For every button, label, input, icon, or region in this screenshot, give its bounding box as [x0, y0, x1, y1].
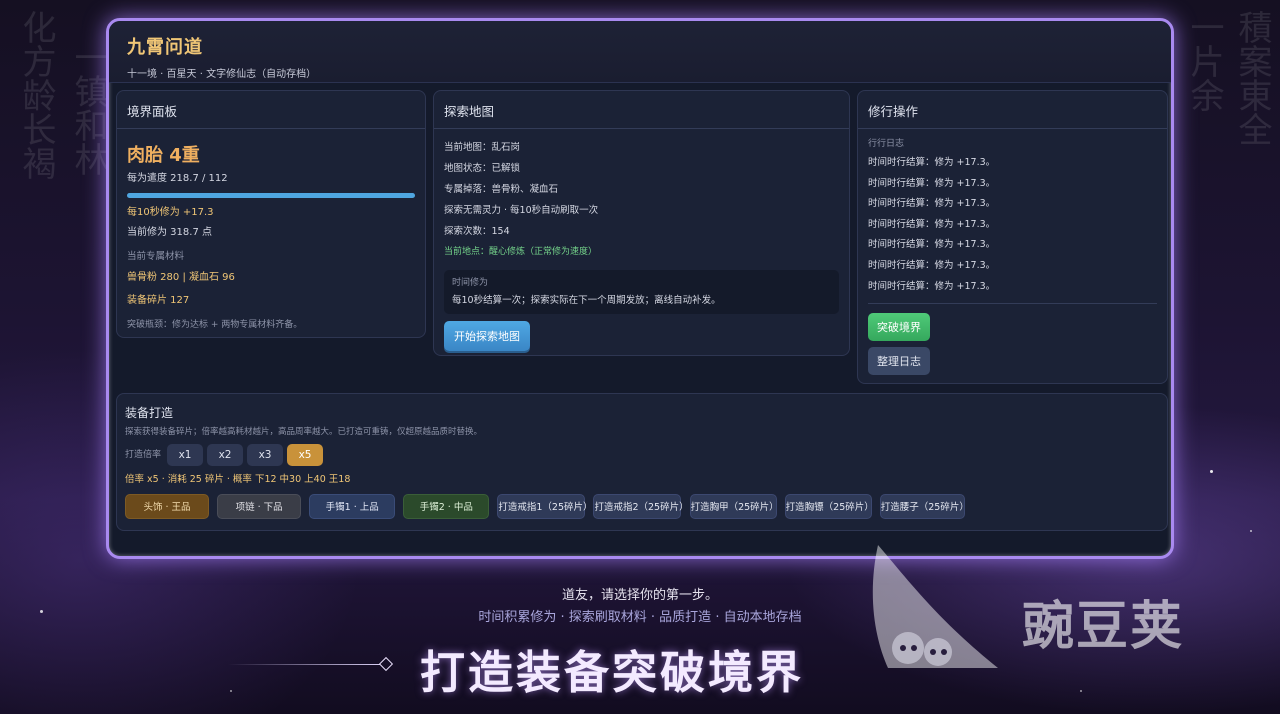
breakthrough-button[interactable]: 突破境界 [868, 313, 930, 342]
log-entry: 时间时行结算：修为 +17.3。 [868, 198, 996, 210]
star [1080, 690, 1082, 692]
star [230, 690, 232, 692]
materials-label: 当前专属材料 [127, 251, 185, 262]
forge-panel-title: 装备打造 [125, 406, 174, 420]
forge-item-bracelet-2[interactable]: 手镯2 · 中品 [403, 494, 490, 519]
cultivation-progress-bar [127, 193, 415, 198]
idle-text: 每10秒结算一次；探索实际在下一个周期发放；离线自动补发。 [452, 295, 721, 306]
log-entry: 时间时行结算：修为 +17.3。 [868, 280, 996, 292]
log-list: 时间时行结算：修为 +17.3。 时间时行结算：修为 +17.3。 时间时行结算… [868, 153, 1157, 297]
map-drops: 专属掉落：兽骨粉、凝血石 [444, 184, 559, 195]
decorative-diamond-left [378, 656, 394, 672]
app-subtitle: 十一境 · 百星天 · 文字修仙志（自动存档） [127, 69, 317, 80]
forge-chest-dart-button[interactable]: 打造胸镖（25碎片） [784, 494, 874, 519]
forge-rate-line: 倍率 x5 · 消耗 25 碎片 · 概率 下12 中30 上40 王18 [125, 474, 351, 485]
cultivation-progress-fill [127, 193, 415, 198]
realm-name: 肉胎 4重 [127, 145, 200, 166]
cultivation-progress-text: 每为遣度 218.7 / 112 [127, 173, 228, 184]
multiplier-x3[interactable]: x3 [247, 444, 284, 466]
current-map: 当前地图：乱石岗 [444, 142, 521, 153]
cultivation-rate: 每10秒修为 +17.3 [127, 207, 214, 218]
background-calligraphy-right-2: 積案東全 [1232, 10, 1272, 146]
log-entry: 时间时行结算：修为 +17.3。 [868, 259, 996, 271]
map-status: 地图状态：已解锁 [444, 163, 521, 174]
forge-item-headwear[interactable]: 头饰 · 王品 [125, 494, 209, 519]
breakthrough-hint: 突破瓶颈：修为达标 + 两物专属材料齐备。 [127, 320, 303, 330]
explore-cost: 探索无需灵力 · 每10秒自动刷取一次 [444, 205, 599, 216]
forge-item-necklace[interactable]: 项链 · 下品 [217, 494, 302, 519]
multiplier-x2[interactable]: x2 [207, 444, 244, 466]
app-title: 九霄问道 [127, 37, 203, 58]
pea-pod-logo-icon [872, 545, 998, 668]
forge-ring-1-button[interactable]: 打造戒指1（25碎片） [497, 494, 593, 519]
multiplier-label: 打造倍率 [125, 450, 162, 460]
log-entry: 时间时行结算：修为 +17.3。 [868, 218, 996, 230]
start-explore-button[interactable]: 开始探索地图 [444, 321, 530, 351]
decorative-line-left [228, 664, 380, 665]
background-calligraphy-left-2: 一镇和林 [68, 40, 108, 176]
current-location: 当前地点：醒心修炼（正常修为速度） [444, 247, 598, 257]
materials-line-1: 兽骨粉 280 | 凝血石 96 [127, 272, 235, 283]
current-cultivation: 当前修为 318.7 点 [127, 227, 212, 238]
game-window: 九霄问道 十一境 · 百星天 · 文字修仙志（自动存档） 境界面板 肉胎 4重 … [106, 18, 1174, 559]
forge-panel: 装备打造 探索获得装备碎片；倍率越高耗材越片，高品周率越大。已打造可重铸，仅超原… [116, 393, 1168, 531]
log-entry: 时间时行结算：修为 +17.3。 [868, 239, 996, 251]
watermark-text: 豌豆荚 [1022, 597, 1185, 657]
background-calligraphy-left: 化方龄长褐 [16, 10, 56, 180]
forge-item-bracelet-1[interactable]: 手镯1 · 上品 [309, 494, 396, 519]
forge-items: 头饰 · 王品 项链 · 下品 手镯1 · 上品 手镯2 · 中品 打造戒指1（… [117, 487, 1167, 519]
promo-headline: 打造装备突破境界 [420, 646, 805, 699]
practice-panel: 修行操作 行行日志 时间时行结算：修为 +17.3。 时间时行结算：修为 +17… [857, 90, 1168, 384]
forge-chest-button[interactable]: 打造胸甲（25碎片） [689, 494, 779, 519]
forge-desc: 探索获得装备碎片；倍率越高耗材越片，高品周率越大。已打造可重铸，仅超原越品质时替… [125, 427, 483, 437]
multiplier-x5[interactable]: x5 [287, 444, 324, 466]
organize-log-button[interactable]: 整理日志 [868, 347, 930, 376]
log-entry: 时间时行结算：修为 +17.3。 [868, 177, 996, 189]
multiplier-x1[interactable]: x1 [167, 444, 204, 466]
practice-panel-title: 修行操作 [858, 91, 1167, 129]
star [1210, 470, 1213, 473]
log-divider [868, 303, 1157, 305]
explore-count: 探索次数：154 [444, 226, 510, 237]
window-header: 九霄问道 十一境 · 百星天 · 文字修仙志（自动存档） [109, 21, 1171, 83]
log-label: 行行日志 [868, 139, 905, 149]
explore-panel: 探索地图 当前地图：乱石岗 地图状态：已解锁 专属掉落：兽骨粉、凝血石 探索无需… [433, 90, 850, 356]
realm-panel: 境界面板 肉胎 4重 每为遣度 218.7 / 112 每10秒修为 +17.3… [116, 90, 426, 338]
forge-belt-button[interactable]: 打造腰子（25碎片） [879, 494, 969, 519]
explore-panel-title: 探索地图 [434, 91, 849, 129]
log-entry: 时间时行结算：修为 +17.3。 [868, 157, 996, 168]
idle-info-box: 时间修为 每10秒结算一次；探索实际在下一个周期发放；离线自动补发。 [444, 270, 839, 314]
background-calligraphy-right: 一片余 [1184, 10, 1224, 112]
realm-panel-title: 境界面板 [117, 91, 425, 129]
star [1250, 530, 1252, 532]
materials-line-2: 装备碎片 127 [127, 295, 190, 306]
multiplier-row: 打造倍率 x1 x2 x3 x5 [117, 439, 1167, 466]
idle-label: 时间修为 [452, 278, 489, 288]
forge-ring-2-button[interactable]: 打造戒指2（25碎片） [593, 494, 689, 519]
